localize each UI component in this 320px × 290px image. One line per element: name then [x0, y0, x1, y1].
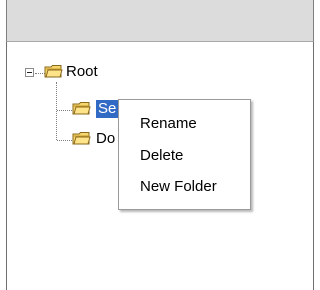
context-menu: Rename Delete New Folder [118, 99, 251, 210]
tree-node-root-label[interactable]: Root [66, 63, 98, 81]
child-connector-line [57, 110, 72, 111]
menu-item-rename[interactable]: Rename [140, 114, 197, 134]
tree-view-window: Root Se Do Rename Delete New Folder [0, 0, 320, 290]
tree-node-child-label[interactable]: Do [96, 130, 115, 148]
folder-icon [72, 102, 91, 115]
header-bar [6, 0, 314, 42]
menu-item-delete[interactable]: Delete [140, 146, 183, 166]
menu-item-new-folder[interactable]: New Folder [140, 177, 217, 197]
child-connector-line [57, 140, 72, 141]
folder-icon [72, 132, 91, 145]
folder-icon [44, 65, 63, 78]
collapse-icon[interactable] [25, 68, 34, 77]
tree-vertical-line [56, 82, 57, 140]
